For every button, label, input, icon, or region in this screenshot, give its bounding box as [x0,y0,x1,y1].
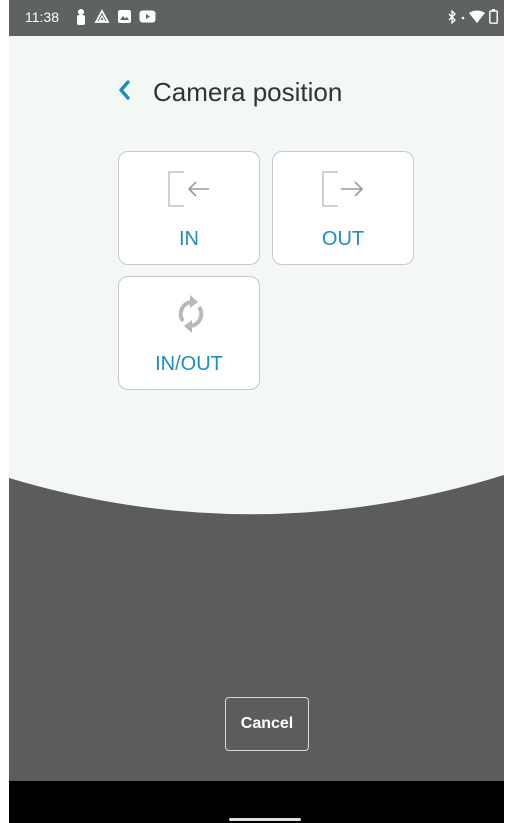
page-header: Camera position [109,72,342,112]
option-out-label: OUT [321,228,365,250]
youtube-icon [139,10,156,26]
app-screen: 11:38 Camera position IN OUT IN/OUT Canc… [9,0,504,823]
option-out-button[interactable]: OUT [272,151,414,265]
dot-icon [461,10,465,27]
sync-icon [166,291,216,337]
drive-icon [94,8,110,28]
wifi-icon [469,10,485,26]
system-icons [447,8,498,27]
option-in-label: IN [179,228,199,250]
battery-icon [489,9,498,27]
page-title: Camera position [153,76,343,107]
home-gesture-handle[interactable] [229,818,301,821]
cancel-button[interactable]: Cancel [225,697,309,751]
notification-icons [75,8,156,28]
option-in-out-label: IN/OUT [155,353,223,375]
option-in-button[interactable]: IN [118,151,260,265]
chevron-left-icon [116,78,132,107]
navigation-bar [9,781,504,823]
status-time: 11:38 [25,9,59,25]
status-bar: 11:38 [9,0,504,36]
back-button[interactable] [109,72,139,112]
person-icon [75,8,87,28]
arrow-right-box-icon [320,166,370,212]
bluetooth-icon [447,8,457,27]
image-icon [117,9,132,27]
option-in-out-button[interactable]: IN/OUT [118,276,260,390]
arrow-left-box-icon [166,166,216,212]
